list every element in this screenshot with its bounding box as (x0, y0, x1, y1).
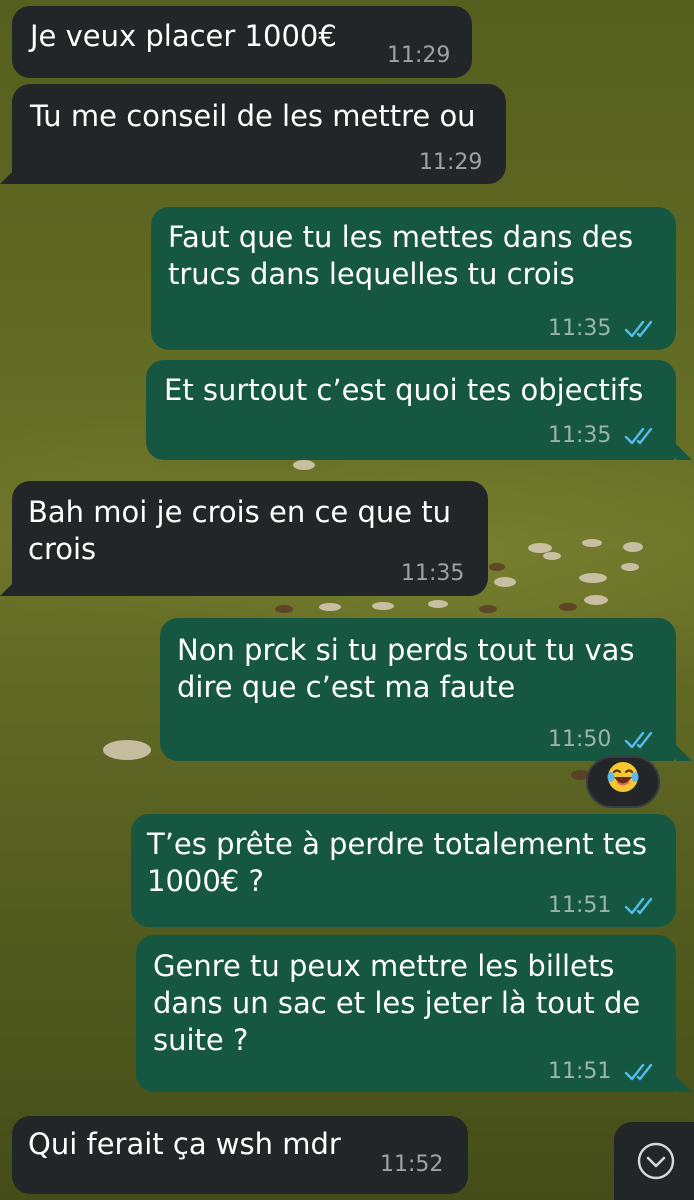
bubble-tail (0, 168, 16, 184)
message-text: Faut que tu les mettes dans des trucs da… (168, 220, 634, 291)
double-check-icon (624, 1063, 653, 1081)
chevron-down-circle-icon[interactable] (636, 1141, 676, 1181)
message-text: Qui ferait ça wsh mdr (28, 1127, 341, 1161)
message-time: 11:29 (387, 43, 451, 68)
message-time: 11:50 (548, 727, 612, 752)
double-check-icon (624, 897, 653, 915)
message-time: 11:52 (380, 1152, 444, 1177)
laughing-tears-emoji-icon (607, 762, 639, 792)
double-check-icon (624, 731, 653, 749)
message-text: T’es prête à perdre totalement tes 1000€… (147, 827, 648, 898)
bubble-tail (676, 1076, 692, 1092)
message-time: 11:51 (548, 1059, 612, 1084)
message-time: 11:35 (548, 316, 612, 341)
message-time: 11:51 (548, 893, 612, 918)
message-time: 11:35 (401, 561, 465, 586)
message-time: 11:29 (419, 150, 483, 175)
message-text: Et surtout c’est quoi tes objectifs (164, 373, 644, 407)
message-time: 11:35 (548, 423, 612, 448)
message-text: Je veux placer 1000€ (30, 19, 337, 53)
double-check-icon (624, 427, 653, 445)
message-text: Non prck si tu perds tout tu vas dire qu… (177, 633, 635, 704)
message-text: Bah moi je crois en ce que tu crois (28, 495, 452, 566)
message-text: Tu me conseil de les mettre ou (30, 99, 476, 133)
bubble-tail (676, 745, 692, 761)
double-check-icon (624, 320, 653, 338)
message-text: Genre tu peux mettre les billets dans un… (153, 949, 641, 1057)
bubble-tail (0, 580, 16, 596)
bubble-tail (676, 444, 692, 460)
